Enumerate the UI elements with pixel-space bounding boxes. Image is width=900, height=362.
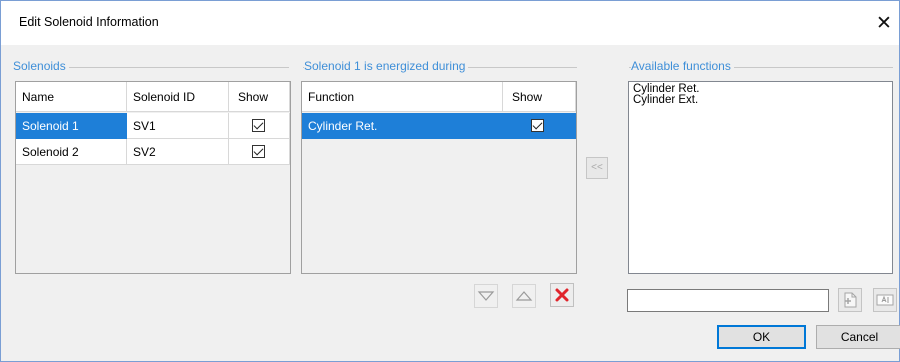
available-functions-list[interactable]: Cylinder Ret. Cylinder Ext.: [628, 81, 893, 274]
add-document-icon: [844, 292, 857, 308]
energized-group-label: Solenoid 1 is energized during: [304, 59, 469, 73]
dialog-title: Edit Solenoid Information: [19, 15, 159, 29]
column-header-name[interactable]: Name: [16, 82, 127, 112]
move-up-button[interactable]: [512, 284, 536, 308]
cancel-button[interactable]: Cancel: [816, 325, 900, 349]
energized-functions-grid: Function Show Cylinder Ret.: [301, 81, 577, 274]
function-row-1[interactable]: Cylinder Ret.: [302, 113, 576, 139]
solenoids-header-row: Name Solenoid ID Show: [16, 82, 290, 112]
show-checkbox[interactable]: [252, 119, 265, 132]
move-down-button[interactable]: [474, 284, 498, 308]
function-show-cell[interactable]: [503, 113, 576, 139]
column-header-show[interactable]: Show: [503, 82, 576, 112]
triangle-up-icon: [515, 291, 533, 301]
show-checkbox[interactable]: [531, 119, 544, 132]
solenoid-id-cell[interactable]: SV1: [127, 113, 229, 139]
edit-solenoid-dialog: Edit Solenoid Information ✕ Solenoids Na…: [0, 0, 900, 362]
red-x-icon: [555, 288, 569, 302]
solenoids-grid: Name Solenoid ID Show Solenoid 1 SV1 Sol…: [15, 81, 291, 274]
ok-button[interactable]: OK: [717, 325, 806, 349]
solenoid-show-cell[interactable]: [229, 139, 290, 165]
function-cell[interactable]: Cylinder Ret.: [302, 113, 503, 139]
add-function-button[interactable]: <<: [586, 157, 608, 179]
solenoid-row-1[interactable]: Solenoid 1 SV1: [16, 113, 290, 139]
solenoid-id-cell[interactable]: SV2: [127, 139, 229, 165]
close-icon[interactable]: ✕: [869, 9, 899, 37]
add-new-function-button[interactable]: [838, 288, 862, 312]
column-header-function[interactable]: Function: [302, 82, 503, 112]
solenoid-name-cell[interactable]: Solenoid 1: [16, 113, 127, 139]
solenoid-row-2[interactable]: Solenoid 2 SV2: [16, 139, 290, 165]
column-header-show[interactable]: Show: [229, 82, 290, 112]
available-functions-label: Available functions: [631, 59, 734, 73]
solenoid-show-cell[interactable]: [229, 113, 290, 139]
solenoid-name-cell[interactable]: Solenoid 2: [16, 139, 127, 165]
column-header-solenoid-id[interactable]: Solenoid ID: [127, 82, 229, 112]
triangle-down-icon: [477, 291, 495, 301]
function-name-input[interactable]: [627, 289, 829, 312]
rename-function-button[interactable]: [873, 288, 897, 312]
text-field-icon: [876, 294, 894, 306]
available-function-item[interactable]: Cylinder Ext.: [633, 94, 888, 106]
solenoids-group-label: Solenoids: [13, 59, 69, 73]
energized-header-row: Function Show: [302, 82, 576, 112]
show-checkbox[interactable]: [252, 145, 265, 158]
title-bar: Edit Solenoid Information ✕: [1, 1, 899, 45]
delete-function-button[interactable]: [550, 283, 574, 307]
